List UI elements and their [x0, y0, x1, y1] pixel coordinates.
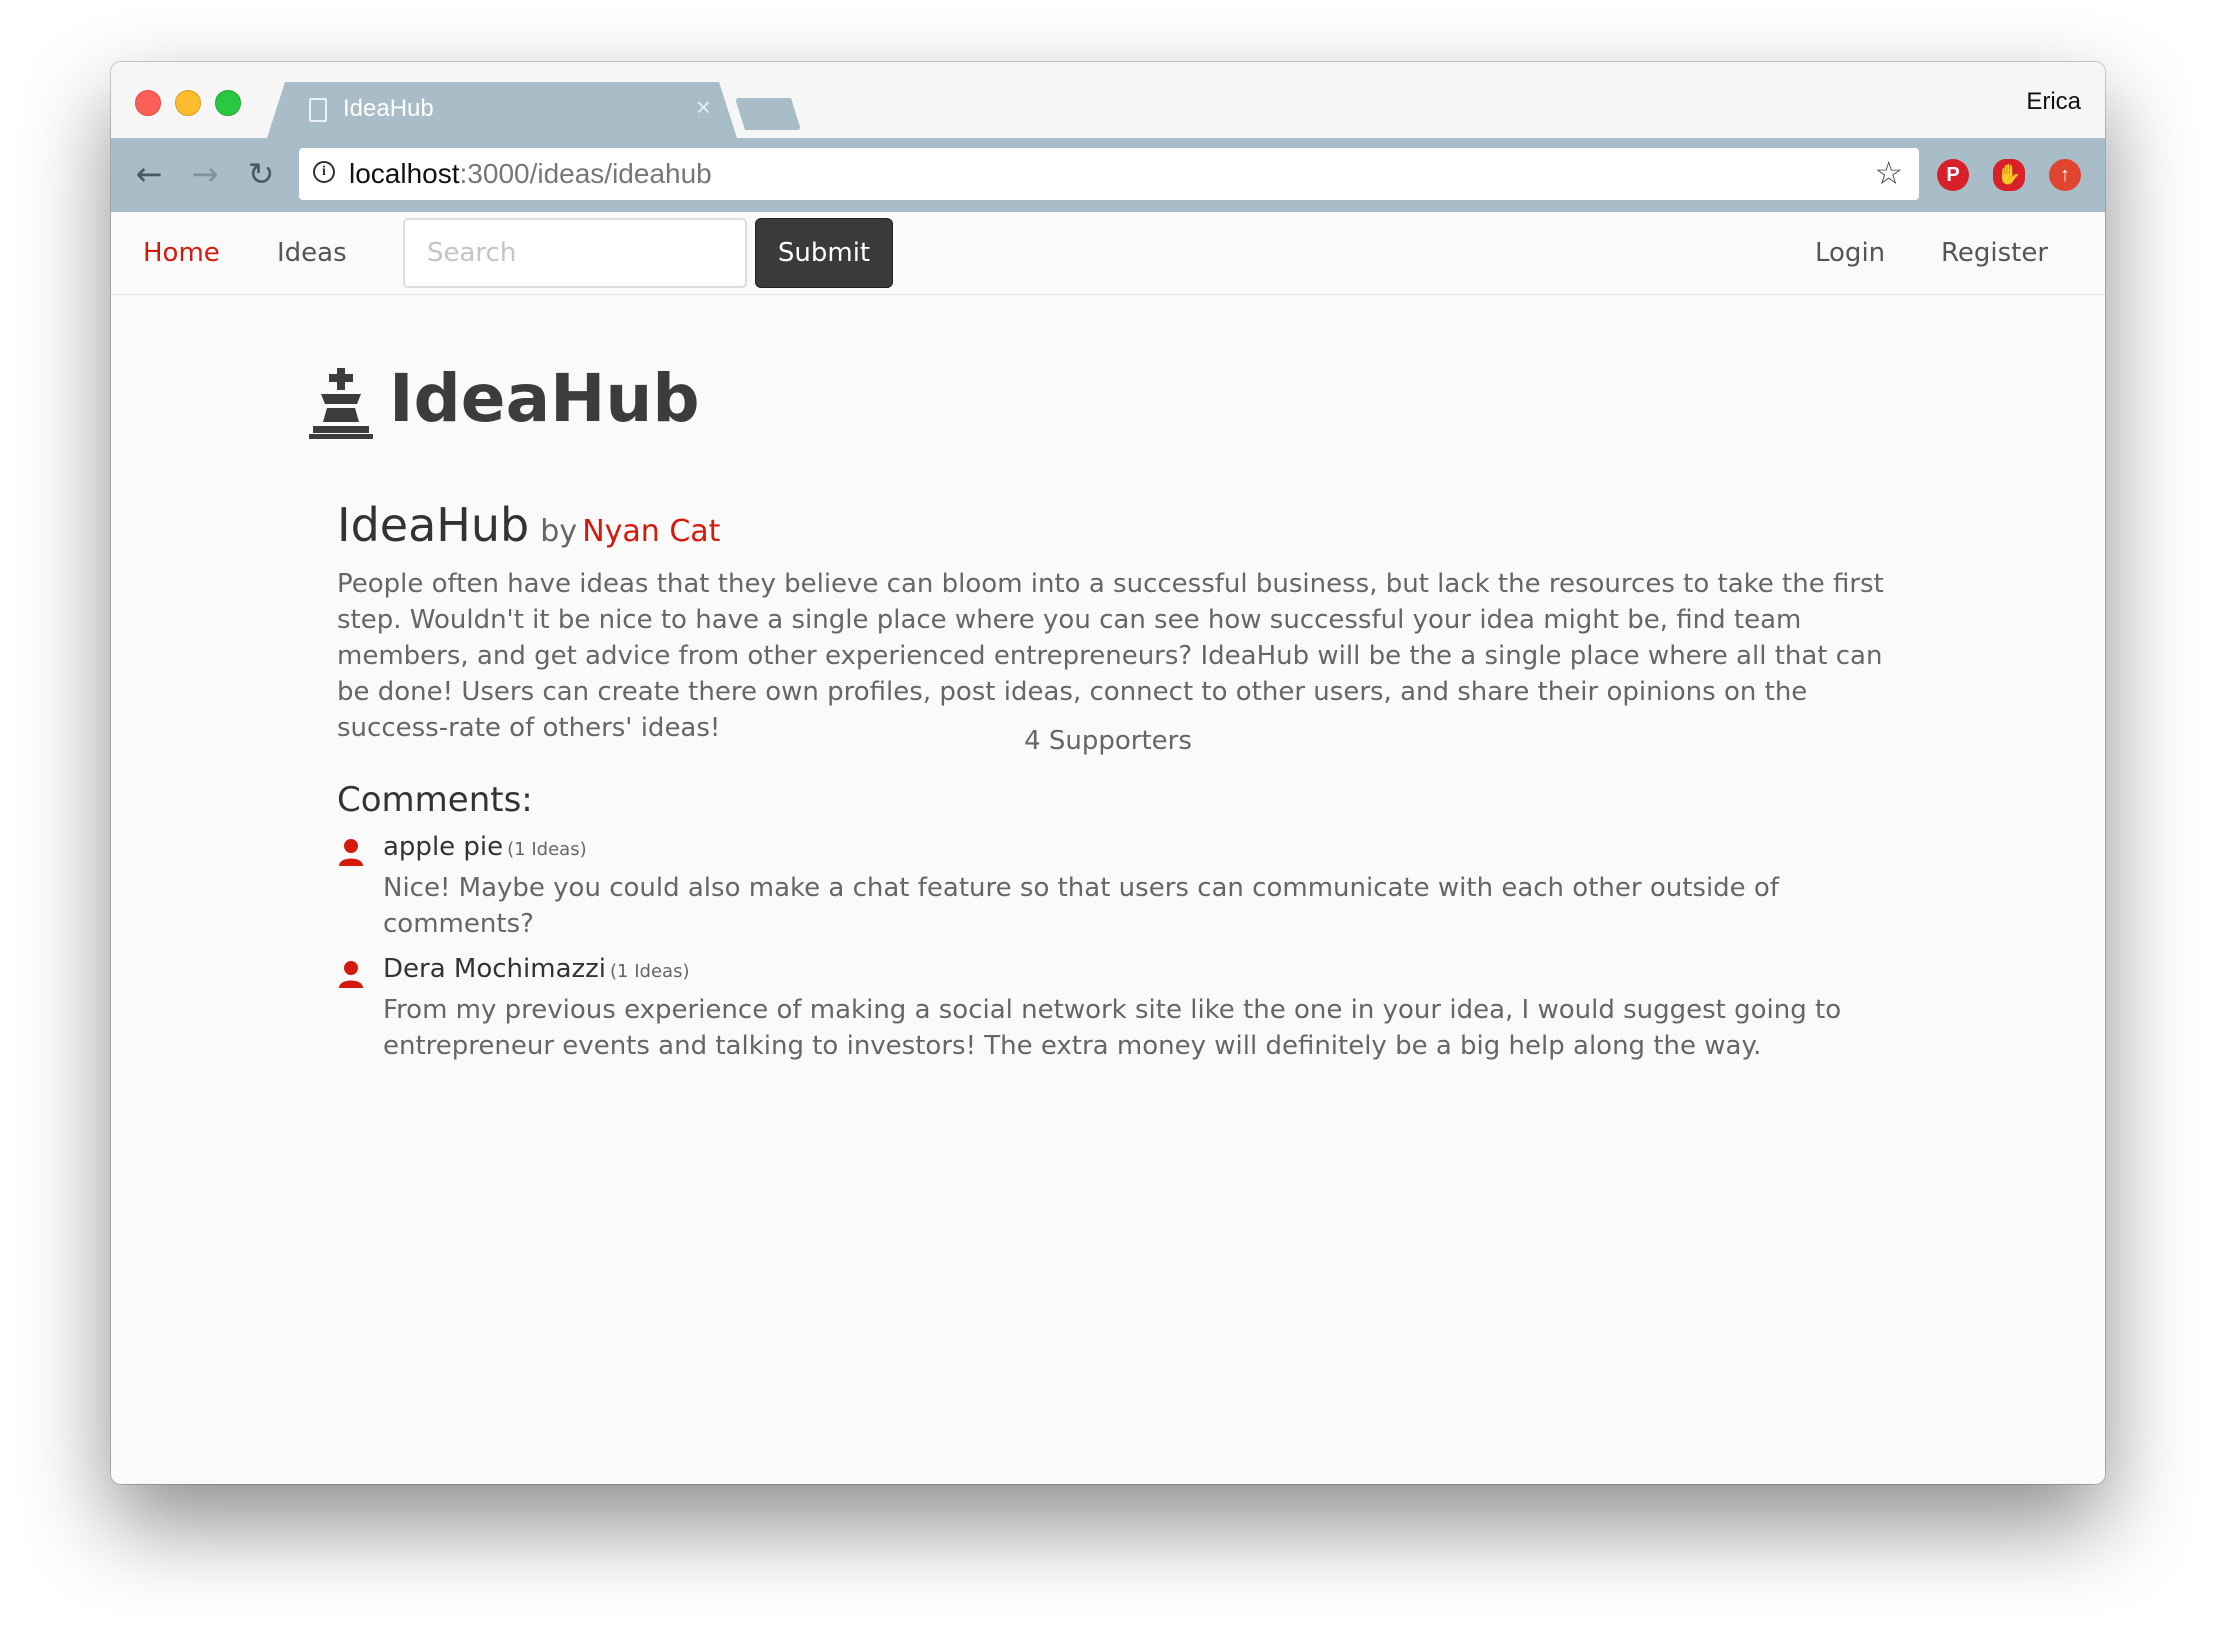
- bookmark-star-icon[interactable]: ☆: [1874, 154, 1903, 192]
- user-icon: [339, 839, 363, 866]
- idea-header: IdeaHub by Nyan Cat: [337, 498, 720, 552]
- forward-arrow-icon[interactable]: →: [185, 154, 225, 194]
- upload-arrow-icon[interactable]: ↑: [2049, 159, 2081, 191]
- comments-heading: Comments:: [337, 780, 533, 820]
- url-path: :3000/ideas/ideahub: [459, 158, 712, 189]
- comment-author-name: Dera Mochimazzi: [383, 954, 607, 984]
- url-text[interactable]: localhost:3000/ideas/ideahub: [349, 158, 712, 190]
- browser-tab[interactable]: IdeaHub ×: [267, 82, 737, 138]
- document-icon: [309, 98, 327, 122]
- close-window-button[interactable]: [135, 90, 161, 116]
- nav-home-link[interactable]: Home: [143, 238, 220, 268]
- comment-text: Nice! Maybe you could also make a chat f…: [383, 873, 1779, 939]
- comment-author[interactable]: apple pie (1 Ideas): [383, 832, 587, 862]
- minimize-window-button[interactable]: [175, 90, 201, 116]
- nav-login-link[interactable]: Login: [1815, 238, 1885, 268]
- comment-text: From my previous experience of making a …: [383, 995, 1842, 1061]
- address-bar[interactable]: i localhost:3000/ideas/ideahub ☆: [299, 148, 1919, 200]
- idea-by-label: by: [540, 514, 578, 549]
- site-navbar: Home Ideas Submit Login Register: [111, 212, 2105, 295]
- back-arrow-icon[interactable]: ←: [129, 154, 169, 194]
- comment-author-ideas-count: (1 Ideas): [610, 961, 690, 982]
- page-content: Home Ideas Submit Login Register IdeaHub…: [111, 212, 2105, 1484]
- idea-description: People often have ideas that they believ…: [337, 569, 1884, 743]
- comment-author-ideas-count: (1 Ideas): [507, 839, 587, 860]
- new-tab-button[interactable]: [735, 98, 801, 130]
- profile-name[interactable]: Erica: [2026, 88, 2081, 116]
- tab-close-icon[interactable]: ×: [696, 92, 711, 123]
- reload-icon[interactable]: ↻: [241, 154, 281, 194]
- title-bar: IdeaHub × Erica: [111, 62, 2105, 138]
- supporters-count: 4 Supporters: [1024, 726, 1192, 756]
- user-icon: [339, 961, 363, 988]
- brand-title: IdeaHub: [389, 360, 700, 437]
- tab-title: IdeaHub: [343, 95, 434, 122]
- info-icon[interactable]: i: [313, 161, 335, 183]
- browser-toolbar: ← → ↻ i localhost:3000/ideas/ideahub ☆ P…: [111, 138, 2105, 212]
- submit-button[interactable]: Submit: [755, 218, 893, 288]
- idea-author-link[interactable]: Nyan Cat: [582, 514, 720, 549]
- search-input[interactable]: [403, 218, 747, 288]
- pinterest-icon[interactable]: P: [1937, 159, 1969, 191]
- chess-king-icon: [309, 368, 373, 439]
- stop-hand-icon[interactable]: ✋: [1993, 159, 2025, 191]
- browser-window: IdeaHub × Erica ← → ↻ i localhost:3000/i…: [111, 62, 2105, 1484]
- comment-author-name: apple pie: [383, 832, 504, 862]
- nav-ideas-link[interactable]: Ideas: [277, 238, 347, 268]
- url-host: localhost: [349, 158, 460, 189]
- comment-author[interactable]: Dera Mochimazzi (1 Ideas): [383, 954, 689, 984]
- idea-title: IdeaHub: [337, 498, 530, 552]
- nav-register-link[interactable]: Register: [1941, 238, 2048, 268]
- maximize-window-button[interactable]: [215, 90, 241, 116]
